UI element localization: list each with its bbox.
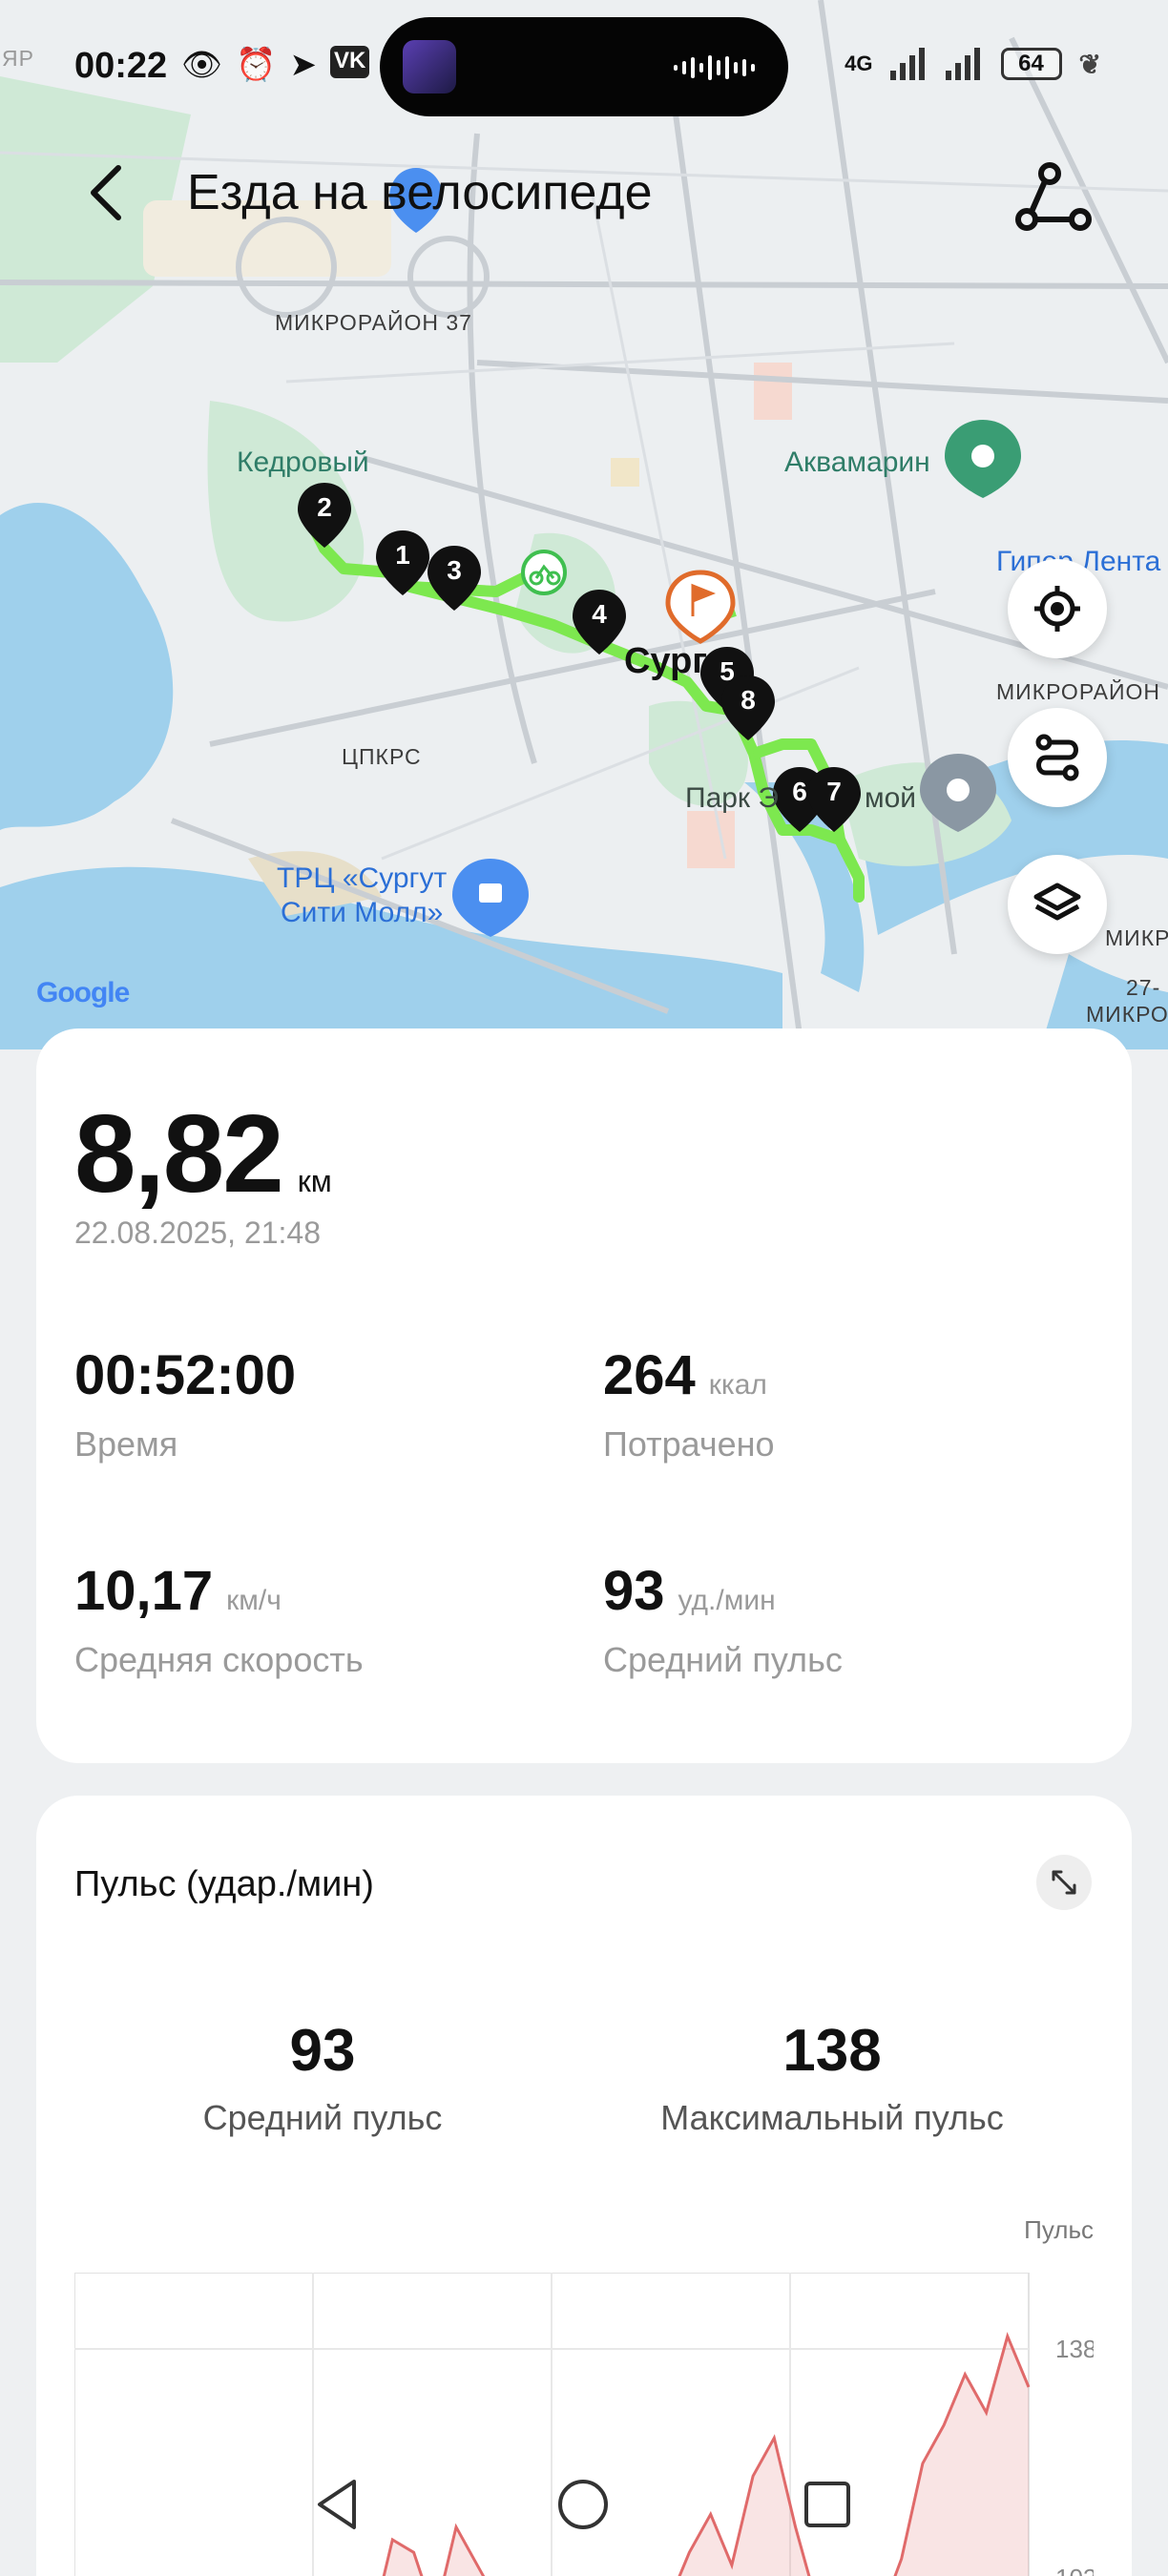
stat-time: 00:52:00 Время [74, 1343, 296, 1465]
pulse-label: Средний пульс [603, 1640, 843, 1679]
my-location-button[interactable] [1008, 559, 1107, 658]
max-pulse-value: 138 [782, 2018, 882, 2084]
music-app-icon [403, 40, 456, 93]
map-label-city: Сург [624, 641, 708, 681]
leaf-icon: ❦ [1078, 49, 1101, 79]
map-label-kedroviy: Кедровый [237, 447, 369, 478]
nav-recents-icon [804, 2482, 850, 2527]
km-marker-label: 4 [592, 599, 607, 629]
km-marker-2[interactable]: 2 [296, 481, 353, 550]
pulse-card-title: Пульс (удар./мин) [74, 1864, 374, 1904]
google-logo: Google [36, 977, 130, 1008]
km-marker-3[interactable]: 3 [426, 544, 483, 613]
map-label-district: МИКРОРАЙОН 37 [275, 310, 472, 335]
eye-icon: 👁 [181, 47, 223, 83]
km-marker-8[interactable]: 8 [720, 674, 777, 742]
nav-back-icon [318, 2480, 356, 2529]
chart-axis-unit: Пульс [1024, 2215, 1094, 2244]
calories-label: Потрачено [603, 1424, 775, 1464]
network-label: 4G [845, 52, 873, 75]
avg-pulse-value: 93 [289, 2018, 356, 2084]
km-marker-label: 8 [740, 685, 756, 715]
status-icons-left: 👁 ⏰ ➤ VK [181, 46, 370, 84]
km-marker-4[interactable]: 4 [571, 588, 628, 656]
pulse-card: Пульс (удар./мин) 93 Средний пульс 138 М… [36, 1796, 1132, 2576]
map-label-mall-2: Сити Молл» [281, 897, 444, 928]
route-map[interactable]: 12345678 МИКРОРАЙОН 37 Кедровый Аквамари… [0, 0, 1168, 1049]
bike-start-icon [521, 550, 567, 595]
max-pulse-label: Максимальный пульс [660, 2098, 1004, 2137]
chart-tick-label: 138 [1055, 2335, 1094, 2363]
alarm-icon: ⏰ [236, 47, 277, 83]
map-label-mikr: МИКР [1105, 925, 1168, 950]
stat-speed: 10,17 км/ч Средняя скорость [74, 1559, 364, 1680]
route-style-icon [1035, 734, 1079, 781]
distance-unit: км [297, 1164, 332, 1198]
time-label: Время [74, 1424, 178, 1464]
avg-pulse: 93 Средний пульс [84, 2017, 561, 2138]
pulse-value: 93 [603, 1560, 665, 1622]
speed-value: 10,17 [74, 1560, 214, 1622]
page-title: Езда на велосипеде [187, 165, 653, 220]
distance: 8,82 км [74, 1090, 332, 1217]
audio-wave-icon [674, 55, 755, 80]
system-nav-bar [0, 2462, 1168, 2576]
locate-icon [1034, 586, 1080, 632]
map-label-park: Парк Э [685, 782, 779, 814]
map-label-akvamarin: Аквамарин [784, 447, 930, 478]
nav-home-button[interactable] [540, 2462, 626, 2547]
stat-pulse: 93 уд./мин Средний пульс [603, 1559, 843, 1680]
speed-unit: км/ч [226, 1585, 282, 1616]
vk-icon: VK [330, 46, 370, 78]
max-pulse: 138 Максимальный пульс [594, 2017, 1071, 2138]
route-toggle-button[interactable] [1012, 160, 1097, 237]
nav-home-icon [558, 2480, 608, 2529]
signal-icon-2 [945, 48, 980, 80]
time-value: 00:52:00 [74, 1344, 297, 1406]
km-marker-label: 2 [317, 492, 332, 522]
km-marker-label: 1 [395, 540, 410, 570]
nav-back-button[interactable] [296, 2462, 382, 2547]
map-label-mall-1: ТРЦ «Сургут [277, 862, 448, 894]
map-label-27: 27- [1126, 975, 1161, 1000]
map-canvas [0, 0, 1168, 1049]
map-label-park-end: мой [865, 782, 917, 814]
status-bar: 00:22 👁 ⏰ ➤ VK 4G 64 ❦ [0, 0, 1168, 134]
mall-pin[interactable] [452, 859, 529, 937]
akvamarin-pin[interactable] [945, 420, 1021, 498]
telegram-icon: ➤ [289, 47, 318, 83]
speed-label: Средняя скорость [74, 1640, 364, 1679]
map-layers-button[interactable] [1008, 855, 1107, 954]
signal-icon [889, 48, 925, 80]
km-marker-label: 7 [826, 777, 842, 806]
finish-flag-icon [665, 570, 736, 644]
route-style-button[interactable] [1008, 708, 1107, 807]
map-label-mikror: МИКРОР [1086, 1002, 1168, 1027]
dynamic-island[interactable] [380, 17, 788, 116]
nav-recents-button[interactable] [784, 2462, 870, 2547]
calories-unit: ккал [708, 1369, 767, 1401]
calories-value: 264 [603, 1344, 696, 1406]
status-time: 00:22 [74, 46, 168, 86]
map-label-mikro-right: МИКРОРАЙОН [996, 679, 1160, 704]
km-marker-label: 3 [447, 555, 462, 585]
stat-calories: 264 ккал Потрачено [603, 1343, 775, 1465]
km-marker-7[interactable]: 7 [805, 765, 863, 834]
back-button[interactable] [80, 158, 137, 227]
expand-icon [1052, 1870, 1076, 1895]
workout-date: 22.08.2025, 21:48 [74, 1215, 322, 1250]
layers-icon [1033, 883, 1081, 921]
avg-pulse-label: Средний пульс [202, 2098, 443, 2137]
expand-button[interactable] [1036, 1855, 1092, 1910]
status-icons-right: 4G 64 ❦ [845, 48, 1101, 80]
pulse-unit: уд./мин [678, 1585, 776, 1616]
distance-value: 8,82 [74, 1091, 284, 1215]
battery-indicator: 64 [1000, 48, 1062, 80]
km-marker-1[interactable]: 1 [374, 529, 431, 597]
map-label-tsp: ЦПКРС [342, 744, 422, 769]
summary-card: 8,82 км 22.08.2025, 21:48 00:52:00 Время… [36, 1028, 1132, 1763]
